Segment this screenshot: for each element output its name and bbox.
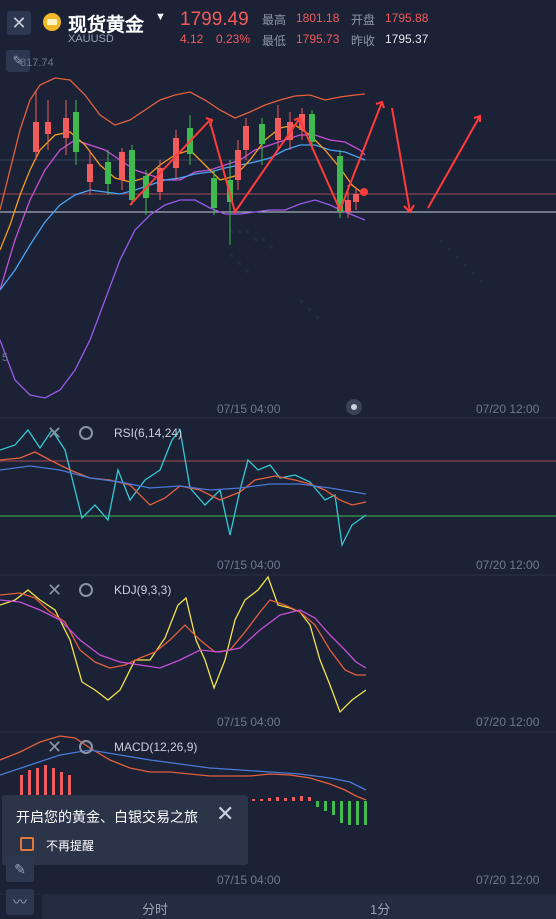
dont-remind-checkbox[interactable] xyxy=(20,837,34,851)
macd-close-icon[interactable]: ✕ xyxy=(47,737,62,758)
y-axis-top-label: 817.74 xyxy=(20,57,54,69)
rsi-settings-icon[interactable] xyxy=(79,426,93,440)
indicator-tool-button[interactable]: 〰 xyxy=(6,889,34,915)
kdj-settings-icon[interactable] xyxy=(79,583,93,597)
line-chart-icon: 〰 xyxy=(13,894,27,910)
tab-timeshare[interactable]: 分时 xyxy=(142,899,168,918)
pen-tool-button[interactable]: ✎ xyxy=(6,856,34,882)
candle xyxy=(33,122,39,152)
kdj-time-label-2: 07/20 12:00 xyxy=(476,715,540,729)
popup-title: 开启您的黄金、白银交易之旅 xyxy=(16,809,198,825)
promo-popup: 开启您的黄金、白银交易之旅 ✕ 不再提醒 xyxy=(2,795,248,865)
rsi-time-label-1: 07/15 04:00 xyxy=(217,558,281,572)
app-root: ✕ 现货黄金 ▼ XAUUSD 1799.49 4.12 0.23% 最高 18… xyxy=(0,0,556,919)
kdj-indicator-label: KDJ(9,3,3) xyxy=(114,583,172,597)
rsi-14-line xyxy=(0,451,367,506)
dont-remind-label[interactable]: 不再提醒 xyxy=(46,837,94,854)
macd-time-label-1: 07/15 04:00 xyxy=(217,873,281,887)
main-time-label-1: 07/15 04:00 xyxy=(217,402,281,416)
y-axis-bottom-label: 5 xyxy=(2,352,9,364)
macd-time-label-2: 07/20 12:00 xyxy=(476,873,540,887)
popup-close-icon[interactable]: ✕ xyxy=(216,801,234,827)
period-tab-bar: 分时 1分 xyxy=(42,895,556,919)
main-time-label-2: 07/20 12:00 xyxy=(476,402,540,416)
kdj-close-icon[interactable]: ✕ xyxy=(47,580,62,601)
kdj-k-line xyxy=(0,592,366,676)
macd-settings-icon[interactable] xyxy=(79,740,93,754)
kdj-time-label-1: 07/15 04:00 xyxy=(217,715,281,729)
background-map-dots xyxy=(230,230,483,319)
boll-lower-line xyxy=(0,199,366,399)
tab-1min[interactable]: 1分 xyxy=(370,899,390,918)
rsi-24-line xyxy=(0,465,367,495)
candlesticks xyxy=(33,90,359,245)
macd-indicator-label: MACD(12,26,9) xyxy=(114,740,198,754)
ma-long-line xyxy=(0,144,366,291)
rsi-time-label-2: 07/20 12:00 xyxy=(476,558,540,572)
rsi-close-icon[interactable]: ✕ xyxy=(47,423,62,444)
chart-canvas[interactable] xyxy=(0,0,556,895)
rsi-6-line xyxy=(0,428,367,548)
pen-icon: ✎ xyxy=(14,861,26,877)
rsi-indicator-label: RSI(6,14,24) xyxy=(114,426,183,440)
